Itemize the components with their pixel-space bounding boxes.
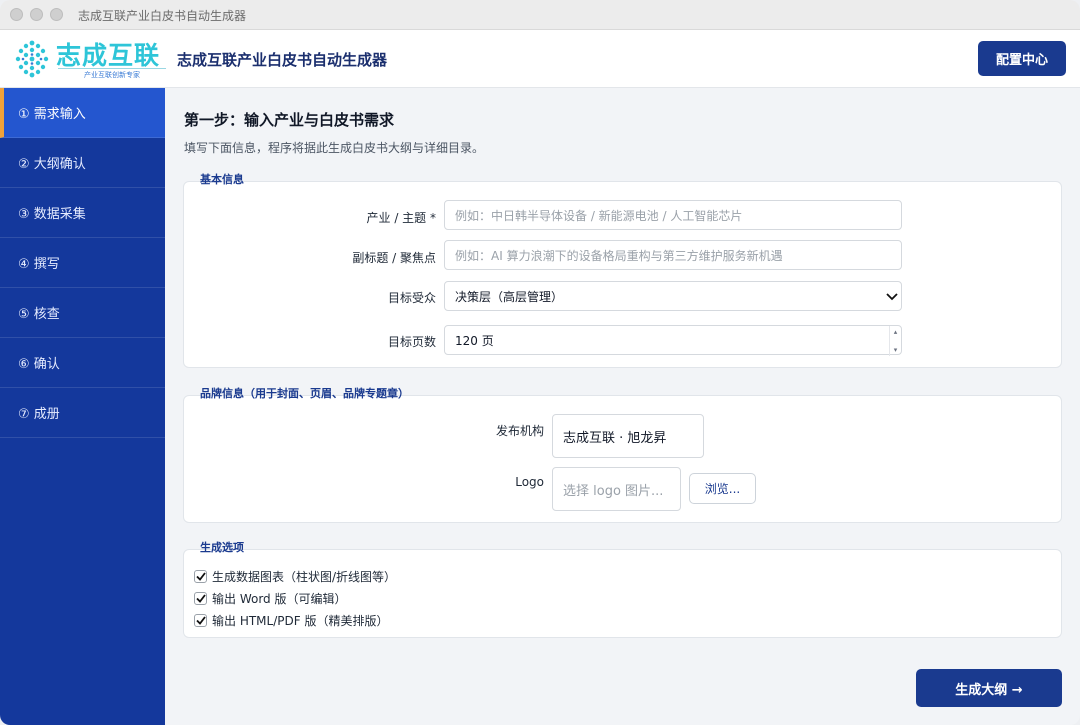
subtitle-label: 副标题 / 聚焦点 [352, 251, 436, 265]
industry-label: 产业 / 主题 * [366, 211, 437, 225]
pages-stepper[interactable]: 120 页 ▴ ▾ [444, 325, 902, 356]
option-word[interactable]: 输出 Word 版（可编辑） [194, 589, 346, 607]
audience-value: 决策层（高层管理） [455, 289, 564, 304]
logo-text: 志成互联 [56, 41, 161, 70]
nav-item-outline[interactable]: ② 大纲确认 [0, 138, 165, 188]
nav-item-writing[interactable]: ④ 撰写 [0, 238, 165, 288]
option-charts[interactable]: 生成数据图表（柱状图/折线图等） [194, 567, 396, 585]
logo-tagline: 产业互联创新专家 [58, 68, 166, 80]
publisher-label: 发布机构 [495, 424, 544, 438]
window-title: 志成互联产业白皮书自动生成器 [78, 9, 247, 23]
nav-item-requirements[interactable]: ① 需求输入 [0, 88, 165, 138]
page-description: 填写下面信息，程序将据此生成白皮书大纲与详细目录。 [184, 141, 485, 155]
basic-info-section-label: 基本信息 [200, 173, 244, 186]
chevron-down-icon [883, 282, 901, 312]
close-window-button[interactable] [10, 8, 23, 21]
basic-info-card: 产业 / 主题 * 例如：中日韩半导体设备 / 新能源电池 / 人工智能芯片 副… [183, 181, 1062, 368]
checkbox-checked-icon[interactable] [194, 591, 207, 605]
option-label: 输出 HTML/PDF 版（精美排版） [212, 613, 389, 628]
browse-logo-button[interactable]: 浏览... [689, 473, 756, 504]
option-label: 输出 Word 版（可编辑） [212, 591, 347, 606]
stepper-arrows-icon[interactable]: ▴ ▾ [889, 326, 901, 356]
minimize-window-button[interactable] [30, 8, 43, 21]
nav-item-review[interactable]: ⑤ 核查 [0, 288, 165, 338]
audience-select[interactable]: 决策层（高层管理） [444, 281, 902, 311]
page-title: 第一步：输入产业与白皮书需求 [184, 111, 395, 129]
logo-mark-icon [15, 40, 49, 78]
main-content: 第一步：输入产业与白皮书需求 填写下面信息，程序将据此生成白皮书大纲与详细目录。… [165, 88, 1080, 725]
sidebar: ① 需求输入 ② 大纲确认 ③ 数据采集 ④ 撰写 ⑤ 核查 ⑥ 确认 ⑦ 成册 [0, 88, 165, 725]
brand-info-section-label: 品牌信息（用于封面、页眉、品牌专题章） [200, 387, 409, 400]
options-section-label: 生成选项 [200, 541, 244, 554]
industry-input[interactable]: 例如：中日韩半导体设备 / 新能源电池 / 人工智能芯片 [444, 200, 902, 230]
checkbox-checked-icon[interactable] [194, 569, 207, 583]
pages-value: 120 页 [455, 333, 494, 348]
nav-item-data-collection[interactable]: ③ 数据采集 [0, 188, 165, 238]
brand-logo: 志成互联 产业互联创新专家 [14, 37, 168, 81]
pages-label: 目标页数 [387, 335, 436, 349]
option-label: 生成数据图表（柱状图/折线图等） [212, 569, 397, 584]
subtitle-input[interactable]: 例如：AI 算力浪潮下的设备格局重构与第三方维护服务新机遇 [444, 240, 902, 270]
title-bar: 志成互联产业白皮书自动生成器 [0, 0, 1080, 30]
app-title: 志成互联产业白皮书自动生成器 [177, 51, 388, 69]
nav-item-confirm[interactable]: ⑥ 确认 [0, 338, 165, 388]
app-window: 志成互联产业白皮书自动生成器 志成互联 产业互联创新专家 志成互联产业白皮书自动… [0, 0, 1080, 725]
logo-label: Logo [515, 475, 544, 489]
app-header: 志成互联 产业互联创新专家 志成互联产业白皮书自动生成器 配置中心 [0, 30, 1080, 88]
audience-label: 目标受众 [387, 291, 436, 305]
publisher-input[interactable]: 志成互联 · 旭龙昇 [552, 414, 704, 458]
option-html-pdf[interactable]: 输出 HTML/PDF 版（精美排版） [194, 611, 388, 629]
zoom-window-button[interactable] [50, 8, 63, 21]
checkbox-checked-icon[interactable] [194, 613, 207, 627]
brand-info-card: 发布机构 志成互联 · 旭龙昇 Logo 选择 logo 图片... 浏览... [183, 395, 1062, 523]
options-card: 生成数据图表（柱状图/折线图等） 输出 Word 版（可编辑） 输出 HTML/… [183, 549, 1062, 638]
nav-item-compile[interactable]: ⑦ 成册 [0, 388, 165, 438]
config-center-button[interactable]: 配置中心 [978, 41, 1066, 76]
logo-path-input[interactable]: 选择 logo 图片... [552, 467, 681, 511]
generate-outline-button[interactable]: 生成大纲 → [916, 669, 1062, 707]
